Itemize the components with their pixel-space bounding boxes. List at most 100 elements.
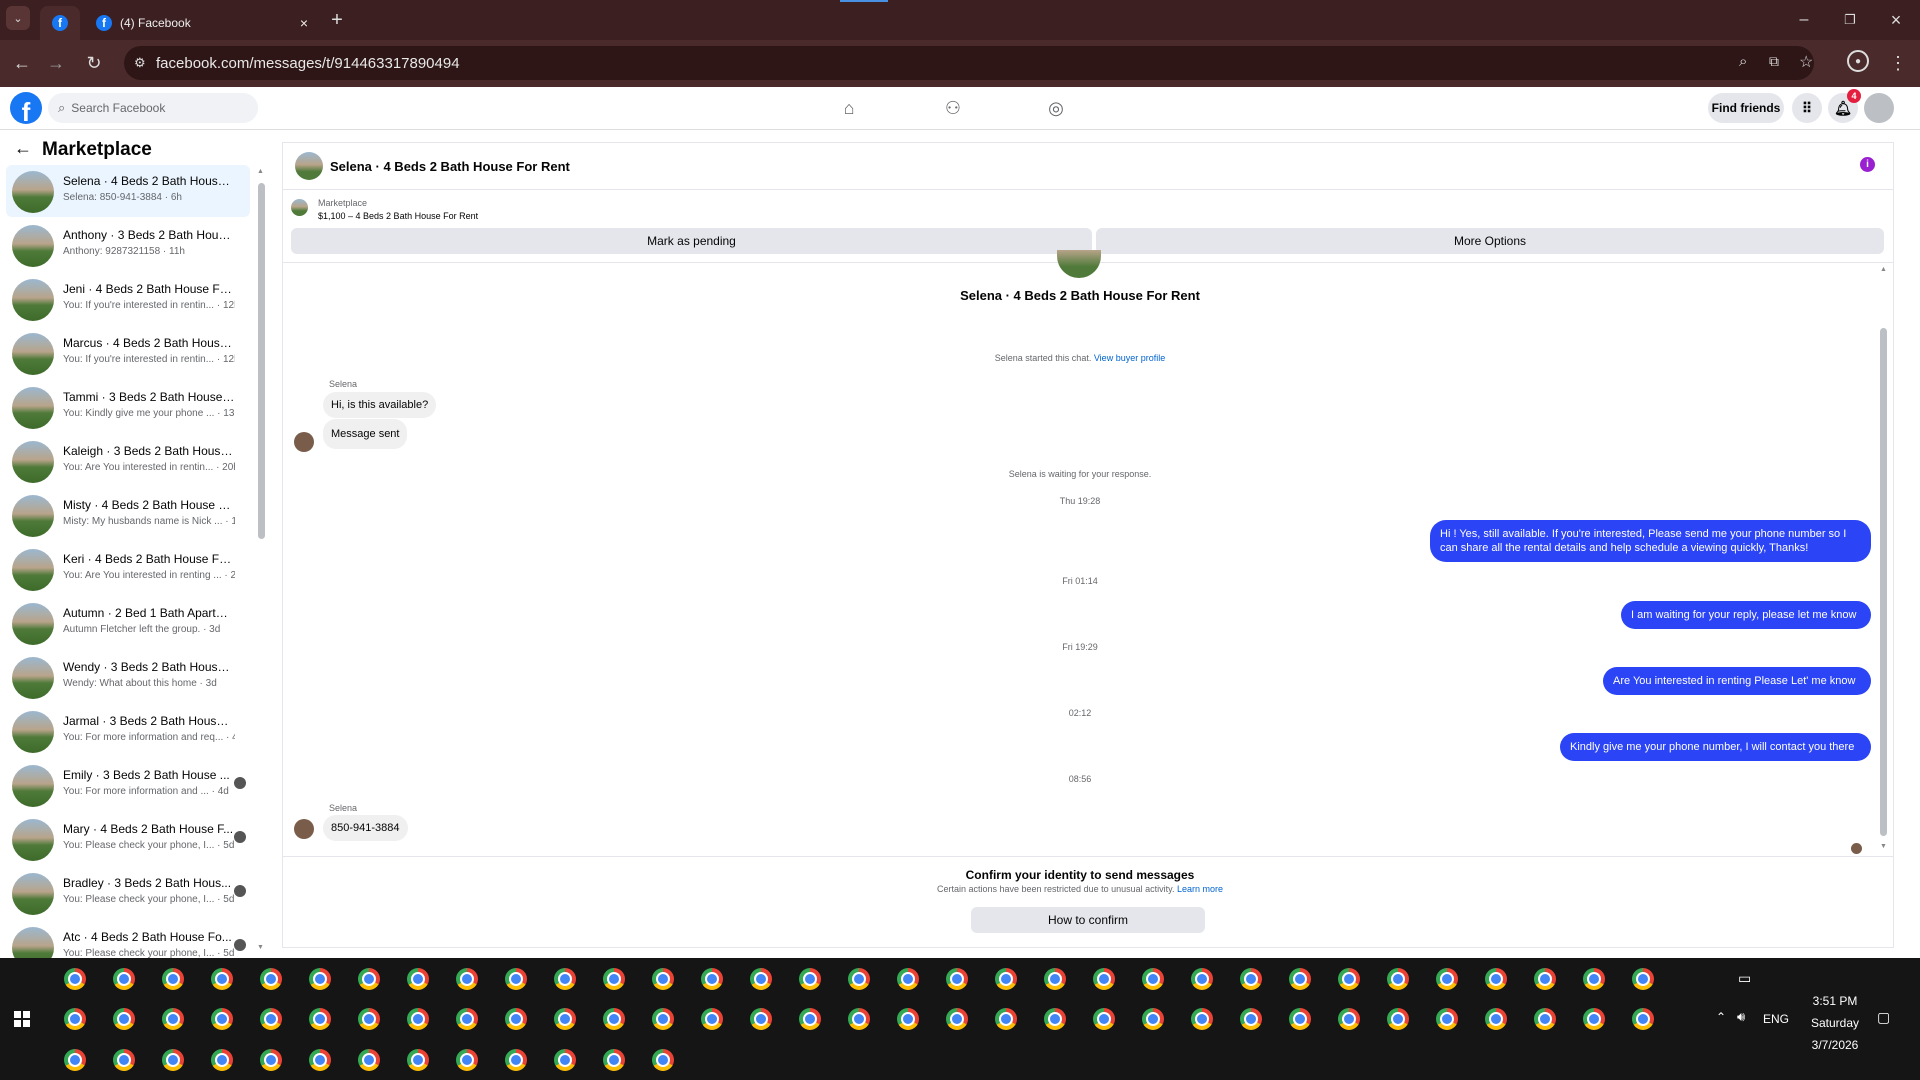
conversation-item[interactable]: Autumn · 2 Bed 1 Bath Apartme... Autumn F… — [6, 597, 250, 649]
conversation-item[interactable]: Wendy · 3 Beds 2 Bath House F... Wendy: W… — [6, 651, 250, 703]
more-options-button[interactable]: More Options — [1096, 228, 1884, 254]
taskbar-app-icon[interactable] — [603, 1008, 625, 1030]
start-button-icon[interactable] — [14, 1011, 30, 1027]
taskbar-app-icon[interactable] — [1583, 968, 1605, 990]
taskbar-app-icon[interactable] — [1485, 1008, 1507, 1030]
taskbar-app-icon[interactable] — [309, 1049, 331, 1071]
taskbar-app-icon[interactable] — [1338, 968, 1360, 990]
taskbar-app-icon[interactable] — [211, 968, 233, 990]
taskbar-app-icon[interactable] — [309, 968, 331, 990]
how-to-confirm-button[interactable]: How to confirm — [971, 907, 1205, 933]
taskbar-app-icon[interactable] — [358, 1049, 380, 1071]
taskbar-app-icon[interactable] — [1191, 968, 1213, 990]
incoming-message[interactable]: Message sent — [323, 419, 408, 449]
conversation-item[interactable]: Kaleigh · 3 Beds 2 Bath House F... You: A… — [6, 435, 250, 487]
scroll-up-icon[interactable]: ▲ — [1880, 266, 1887, 273]
taskbar-app-icon[interactable] — [1632, 1008, 1654, 1030]
menu-grid-icon[interactable]: ⠿ — [1792, 93, 1822, 123]
taskbar-app-icon[interactable] — [505, 1049, 527, 1071]
taskbar-app-icon[interactable] — [211, 1049, 233, 1071]
taskbar-app-icon[interactable] — [1044, 1008, 1066, 1030]
new-tab-icon[interactable]: + — [323, 6, 351, 34]
taskbar-app-icon[interactable] — [1093, 968, 1115, 990]
sender-avatar[interactable] — [294, 819, 314, 839]
outgoing-message[interactable]: Are You interested in renting Please Let… — [1603, 667, 1871, 695]
conversation-scrollbar[interactable] — [258, 183, 265, 539]
home-icon[interactable]: ⌂ — [836, 95, 862, 121]
taskbar-app-icon[interactable] — [603, 1049, 625, 1071]
taskbar-app-icon[interactable] — [456, 1008, 478, 1030]
tab-active-facebook[interactable]: f — [40, 6, 80, 40]
menu-dots-icon[interactable]: ⋮ — [1884, 49, 1912, 77]
taskbar-app-icon[interactable] — [113, 1049, 135, 1071]
conversation-item[interactable]: Bradley · 3 Beds 2 Bath Hous... You: Plea… — [6, 867, 250, 919]
outgoing-message[interactable]: Kindly give me your phone number, I will… — [1560, 733, 1871, 761]
taskbar-app-icon[interactable] — [799, 1008, 821, 1030]
groups-icon[interactable]: ◎ — [1043, 95, 1069, 121]
learn-more-link[interactable]: Learn more — [1177, 884, 1223, 894]
search-input[interactable]: ⌕ Search Facebook — [48, 93, 258, 123]
taskbar-app-icon[interactable] — [162, 968, 184, 990]
taskbar-app-icon[interactable] — [799, 968, 821, 990]
conversation-item[interactable]: Jeni · 4 Beds 2 Bath House For ... You: I… — [6, 273, 250, 325]
taskbar-app-icon[interactable] — [1093, 1008, 1115, 1030]
taskbar-app-icon[interactable] — [652, 1049, 674, 1071]
reload-icon[interactable]: ↻ — [80, 49, 108, 77]
language-indicator[interactable]: ENG — [1763, 1012, 1789, 1026]
url-text[interactable]: facebook.com/messages/t/914463317890494 — [156, 55, 460, 72]
taskbar-app-icon[interactable] — [946, 968, 968, 990]
taskbar-app-icon[interactable] — [162, 1049, 184, 1071]
taskbar-app-icon[interactable] — [1289, 968, 1311, 990]
taskbar-app-icon[interactable] — [701, 1008, 723, 1030]
taskbar-app-icon[interactable] — [1289, 1008, 1311, 1030]
taskbar-app-icon[interactable] — [113, 968, 135, 990]
taskbar-app-icon[interactable] — [309, 1008, 331, 1030]
conversation-item[interactable]: Anthony · 3 Beds 2 Bath House ... Anthony… — [6, 219, 250, 271]
conversation-item[interactable]: Mary · 4 Beds 2 Bath House F... You: Plea… — [6, 813, 250, 865]
find-friends-button[interactable]: Find friends — [1708, 93, 1784, 123]
conversation-item[interactable]: Keri · 4 Beds 2 Bath House For ... You: A… — [6, 543, 250, 595]
zoom-icon[interactable]: ⌕ — [1739, 53, 1747, 70]
taskbar-app-icon[interactable] — [64, 1049, 86, 1071]
taskbar-app-icon[interactable] — [1436, 1008, 1458, 1030]
profile-icon[interactable]: ● — [1847, 50, 1869, 72]
chat-header-avatar[interactable] — [295, 152, 323, 180]
system-clock[interactable]: 3:51 PM Saturday 3/7/2026 — [1795, 990, 1875, 1056]
forward-icon[interactable]: → — [42, 49, 70, 77]
taskbar-app-icon[interactable] — [64, 1008, 86, 1030]
conversation-item[interactable]: Selena · 4 Beds 2 Bath House F... Selena:… — [6, 165, 250, 217]
bookmark-star-icon[interactable]: ☆ — [1799, 52, 1813, 72]
account-avatar[interactable] — [1864, 93, 1894, 123]
taskbar-app-icon[interactable] — [64, 968, 86, 990]
taskbar-app-icon[interactable] — [260, 1049, 282, 1071]
install-icon[interactable]: ⧉ — [1769, 53, 1779, 70]
taskbar-app-icon[interactable] — [211, 1008, 233, 1030]
taskbar-app-icon[interactable] — [554, 968, 576, 990]
taskbar-app-icon[interactable] — [1142, 1008, 1164, 1030]
taskbar-app-icon[interactable] — [1436, 968, 1458, 990]
taskbar-app-icon[interactable] — [505, 968, 527, 990]
taskbar-app-icon[interactable] — [505, 1008, 527, 1030]
site-info-icon[interactable]: ⚙ — [134, 55, 146, 71]
taskbar-app-icon[interactable] — [897, 968, 919, 990]
taskbar-app-icon[interactable] — [1632, 968, 1654, 990]
taskbar-app-icon[interactable] — [1338, 1008, 1360, 1030]
friends-icon[interactable]: ⚇ — [940, 95, 966, 121]
conversation-item[interactable]: Emily · 3 Beds 2 Bath House ... You: For … — [6, 759, 250, 811]
taskbar-app-icon[interactable] — [456, 1049, 478, 1071]
taskbar-app-icon[interactable] — [1534, 1008, 1556, 1030]
taskbar-app-icon[interactable] — [113, 1008, 135, 1030]
view-buyer-profile-link[interactable]: View buyer profile — [1094, 353, 1165, 363]
taskbar-app-icon[interactable] — [358, 968, 380, 990]
taskbar-app-icon[interactable] — [407, 968, 429, 990]
conversation-item[interactable]: Misty · 4 Beds 2 Bath House For... Misty:… — [6, 489, 250, 541]
incoming-message[interactable]: Hi, is this available? — [323, 392, 437, 418]
taskbar-app-icon[interactable] — [603, 968, 625, 990]
taskbar-app-icon[interactable] — [407, 1008, 429, 1030]
network-icon[interactable]: ▭ — [1738, 970, 1751, 987]
taskbar-app-icon[interactable] — [1485, 968, 1507, 990]
conversation-item[interactable]: Tammi · 3 Beds 2 Bath House F... You: Kin… — [6, 381, 250, 433]
scroll-down-icon[interactable]: ▼ — [1880, 843, 1887, 850]
taskbar-app-icon[interactable] — [407, 1049, 429, 1071]
taskbar-app-icon[interactable] — [750, 1008, 772, 1030]
